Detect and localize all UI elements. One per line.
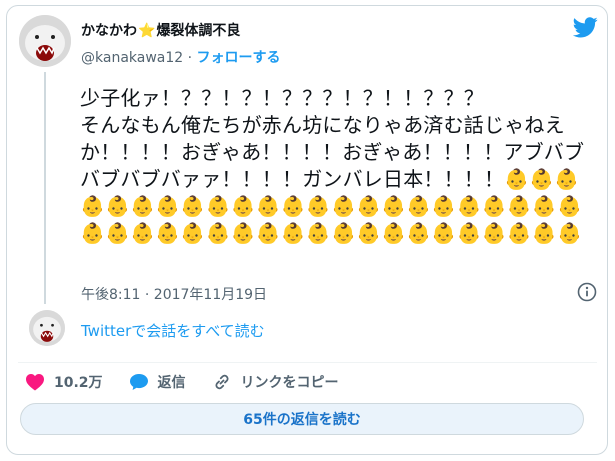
- author-handle[interactable]: @kanakawa12: [81, 50, 183, 66]
- read-replies-button[interactable]: 65件の返信を読む: [20, 403, 584, 435]
- tweet-text: 少子化ァ！？？！？！？？？！？！！？？？ そんなもん俺たちが赤ん坊になりゃあ済む…: [80, 86, 585, 245]
- follow-button[interactable]: フォローする: [197, 50, 281, 66]
- handle-separator: ·: [183, 50, 197, 66]
- read-conversation-link[interactable]: Twitterで会話をすべて読む: [81, 320, 265, 341]
- twitter-bird-icon[interactable]: [572, 17, 598, 42]
- tweet-timestamp[interactable]: 午後8:11 · 2017年11月19日: [81, 284, 267, 304]
- handle-row: @kanakawa12 · フォローする: [81, 47, 281, 67]
- author-name-suffix: 爆裂体調不良: [156, 23, 241, 39]
- star-icon: ⭐: [138, 23, 156, 39]
- link-icon: [215, 374, 229, 390]
- action-bar: 10.2万 返信 リンクをコピー: [25, 372, 365, 392]
- divider: [18, 362, 597, 363]
- like-count: 10.2万: [54, 375, 103, 391]
- heart-icon: [26, 374, 44, 391]
- copy-link-button[interactable]: リンクをコピー: [212, 372, 339, 392]
- copy-link-label: リンクをコピー: [240, 375, 339, 391]
- author-name-prefix: かなかわ: [81, 23, 137, 39]
- thread-avatar[interactable]: [29, 310, 65, 346]
- thread-line: [44, 72, 46, 304]
- author-name[interactable]: かなかわ ⭐ 爆裂体調不良: [81, 22, 240, 40]
- like-button[interactable]: 10.2万: [25, 372, 103, 392]
- speech-bubble-icon: [129, 374, 148, 390]
- reply-label: 返信: [157, 375, 186, 391]
- author-avatar[interactable]: [19, 15, 71, 67]
- reply-button[interactable]: 返信: [129, 372, 186, 392]
- info-icon[interactable]: [577, 282, 597, 306]
